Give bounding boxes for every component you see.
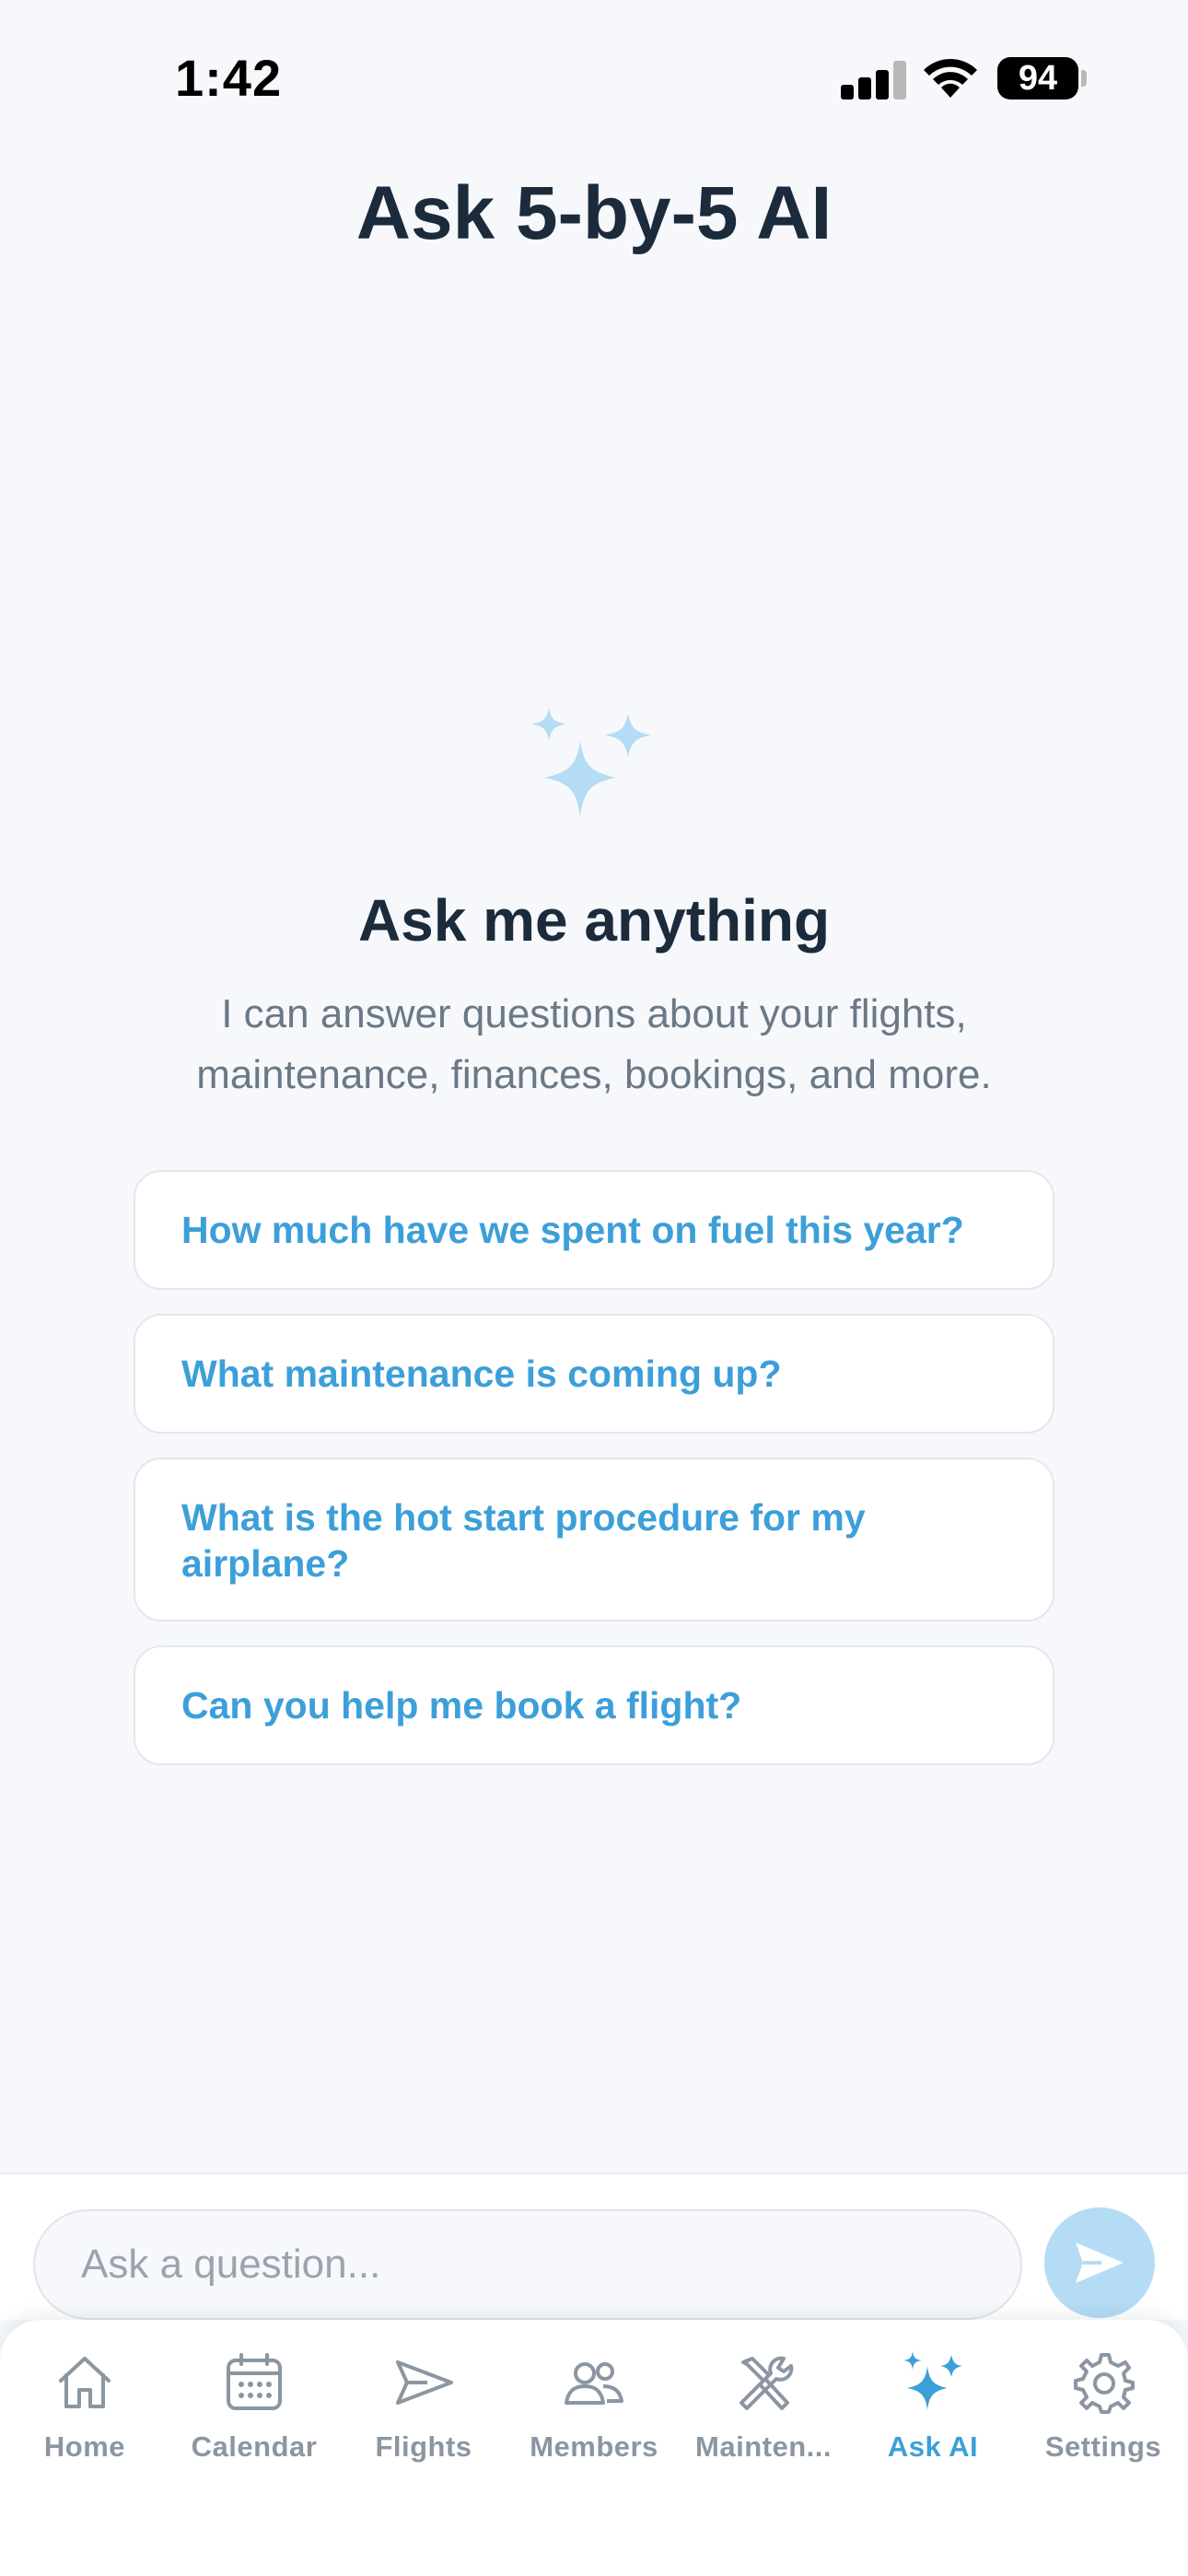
battery-icon: 94 (997, 57, 1078, 100)
send-icon (1076, 2242, 1124, 2283)
suggestion-chip[interactable]: How much have we spent on fuel this year… (134, 1170, 1054, 1290)
send-button[interactable] (1044, 2207, 1155, 2318)
sparkles-icon (531, 708, 651, 816)
wifi-icon (924, 58, 977, 98)
empty-state-title: Ask me anything (357, 887, 831, 954)
tab-label: Flights (375, 2430, 472, 2463)
tab-label: Members (530, 2430, 658, 2463)
tab-label: Settings (1044, 2430, 1162, 2463)
calendar-icon (227, 2353, 282, 2410)
home-icon (59, 2357, 111, 2408)
tools-icon (740, 2356, 794, 2410)
tab-label: Mainten... (695, 2430, 832, 2463)
gear-icon (1074, 2353, 1135, 2414)
battery-tip (1081, 70, 1087, 87)
input-bar (0, 2172, 1188, 2320)
tab-flights[interactable]: Flights (339, 2346, 508, 2493)
signal-icon (841, 61, 906, 100)
tab-label: Ask AI (887, 2430, 979, 2463)
suggestion-chip[interactable]: What is the hot start procedure for my a… (134, 1458, 1054, 1622)
tab-calendar[interactable]: Calendar (169, 2346, 339, 2493)
tab-ask-ai[interactable]: Ask AI (848, 2346, 1018, 2493)
tab-home[interactable]: Home (0, 2346, 169, 2493)
status-bar: 1:42 94 (0, 0, 1188, 157)
suggestion-chip[interactable]: Can you help me book a flight? (134, 1645, 1054, 1765)
suggestion-list: How much have we spent on fuel this year… (134, 1170, 1054, 1789)
tab-settings[interactable]: Settings (1019, 2346, 1188, 2493)
question-input[interactable] (33, 2209, 1022, 2320)
tab-label: Calendar (191, 2430, 318, 2463)
page-title: Ask 5-by-5 AI (355, 171, 833, 255)
tab-members[interactable]: Members (509, 2346, 679, 2493)
ask-ai-screen: 1:42 94 Ask 5-by-5 AI Ask me anything I … (0, 0, 1188, 2576)
status-time: 1:42 (175, 49, 283, 107)
members-icon (565, 2362, 623, 2405)
suggestion-chip[interactable]: What maintenance is coming up? (134, 1314, 1054, 1434)
sparkles-icon (903, 2351, 962, 2410)
paper-plane-icon (396, 2360, 453, 2405)
tab-bar: Home Calendar Flights Members Mainten...… (0, 2320, 1188, 2576)
tab-maintenance[interactable]: Mainten... (679, 2346, 848, 2493)
empty-state-description: I can answer questions about your flight… (196, 991, 992, 1097)
tab-label: Home (43, 2430, 126, 2463)
